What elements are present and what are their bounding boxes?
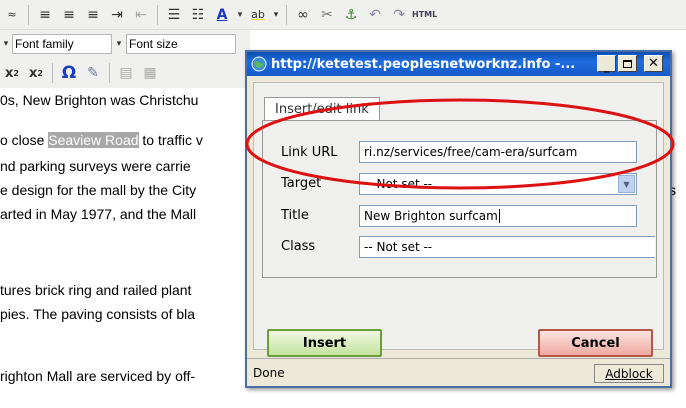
content-line: e design for the mall by the City [0,182,197,198]
adblock-label: Adblock [605,366,653,381]
dialog-body: Insert/edit link Link URL ri.nz/services… [253,82,664,357]
content-line: 0s, New Brighton was Christchu [0,92,199,108]
popup-title-bar[interactable]: http://ketetest.peoplesnetworknz.info -.… [247,52,670,76]
tab-label: Insert/edit link [275,102,369,117]
cancel-button[interactable]: Cancel [538,329,653,357]
indent-icon[interactable]: ⇥ [106,4,128,26]
html-source-icon[interactable]: HTML [412,4,437,26]
tab-insert-edit-link[interactable]: Insert/edit link [264,97,380,121]
class-select[interactable]: -- Not set -- [359,236,655,258]
toolbar-separator [52,63,53,83]
target-select[interactable]: -- Not set -- ▼ [359,173,637,195]
chevron-down-icon[interactable]: ▼ [618,175,635,193]
insert-button[interactable]: Insert [267,329,382,357]
link-url-value: ri.nz/services/free/cam-era/surfcam [364,145,578,159]
class-label: Class [281,239,316,254]
font-family-label: Font family [15,37,74,51]
redo-icon[interactable]: ↷ [388,4,410,26]
content-line: arted in May 1977, and the Mall [0,206,197,222]
maximize-icon [623,59,632,68]
font-size-label: Font size [129,37,178,51]
toolbar-separator [157,4,158,25]
align-center-icon[interactable]: ≡ [58,4,80,26]
edit-image-icon[interactable]: ✎ [82,62,104,84]
popup-title: http://ketetest.peoplesnetworknz.info -.… [271,56,576,72]
table-icon[interactable]: ▤ [115,62,137,84]
bullet-list-icon[interactable]: ☰ [163,4,185,26]
highlight-color-icon[interactable]: ab [247,4,269,26]
dropdown-arrow-icon[interactable]: ▾ [113,33,125,55]
close-icon: ✕ [648,56,659,71]
subscript-icon[interactable]: x2 [1,62,23,84]
dropdown-arrow-icon[interactable]: ▾ [1,33,11,55]
content-line: tures brick ring and railed plant [0,282,192,298]
font-family-select[interactable]: Font family [12,34,112,54]
cancel-button-label: Cancel [571,335,620,351]
editor-toolbar-2: ▾ Font family ▾ Font size [0,30,250,58]
toolbar-separator [109,63,110,83]
dropdown-arrow-icon[interactable]: ▾ [271,4,281,26]
content-line: nd parking surveys were carrie [0,158,191,174]
anchor-icon[interactable]: ⚓ [340,4,362,26]
title-value: New Brighton surfcam [364,209,498,223]
link-url-label: Link URL [281,145,338,160]
title-label: Title [281,208,309,223]
editor-toolbar-1: ≈ ≡ ≡ ≡ ⇥ ⇤ ☰ ☷ A ▾ ab ▾ ∞ ✂ ⚓ ↶ ↷ HTML [0,0,686,30]
text-cursor [498,209,500,223]
numbered-list-icon[interactable]: ☷ [187,4,209,26]
selected-text: Seaview Road [48,132,139,148]
superscript-icon[interactable]: x2 [25,62,47,84]
minimize-button[interactable]: _ [597,55,616,73]
class-value: -- Not set -- [364,240,433,254]
dropdown-arrow-icon[interactable]: ▾ [235,4,245,26]
special-char-icon[interactable]: Ω [58,62,80,84]
close-button[interactable]: ✕ [644,55,663,72]
content-line: pies. The paving consists of bla [0,306,196,322]
minimize-icon: _ [603,60,610,73]
table-props-icon[interactable]: ▦ [139,62,161,84]
title-input[interactable]: New Brighton surfcam [359,205,637,227]
spellcheck-icon[interactable]: ≈ [1,4,23,26]
adblock-button[interactable]: Adblock [594,364,664,383]
undo-icon[interactable]: ↶ [364,4,386,26]
browser-globe-icon [251,56,267,72]
status-text: Done [253,366,285,380]
popup-status-bar: Done Adblock [247,358,670,386]
text-color-icon[interactable]: A [211,4,233,26]
unlink-icon[interactable]: ✂ [316,4,338,26]
target-label: Target [281,176,322,191]
content-line: o close Seaview Road to traffic v [0,132,203,148]
font-size-select[interactable]: Font size [126,34,236,54]
link-settings-panel: Link URL ri.nz/services/free/cam-era/sur… [262,120,657,278]
target-value: -- Not set -- [364,177,433,191]
link-url-input[interactable]: ri.nz/services/free/cam-era/surfcam [359,141,637,163]
link-icon[interactable]: ∞ [292,4,314,26]
align-right-icon[interactable]: ≡ [82,4,104,26]
outdent-icon[interactable]: ⇤ [130,4,152,26]
content-line: righton Mall are serviced by off- [0,368,196,384]
maximize-button[interactable] [618,55,637,72]
insert-link-popup: http://ketetest.peoplesnetworknz.info -.… [245,50,672,388]
toolbar-separator [28,4,29,25]
editor-toolbar-3: x2 x2 Ω ✎ ▤ ▦ [0,58,250,88]
align-left-icon[interactable]: ≡ [34,4,56,26]
toolbar-separator [286,4,287,25]
insert-button-label: Insert [302,335,347,351]
